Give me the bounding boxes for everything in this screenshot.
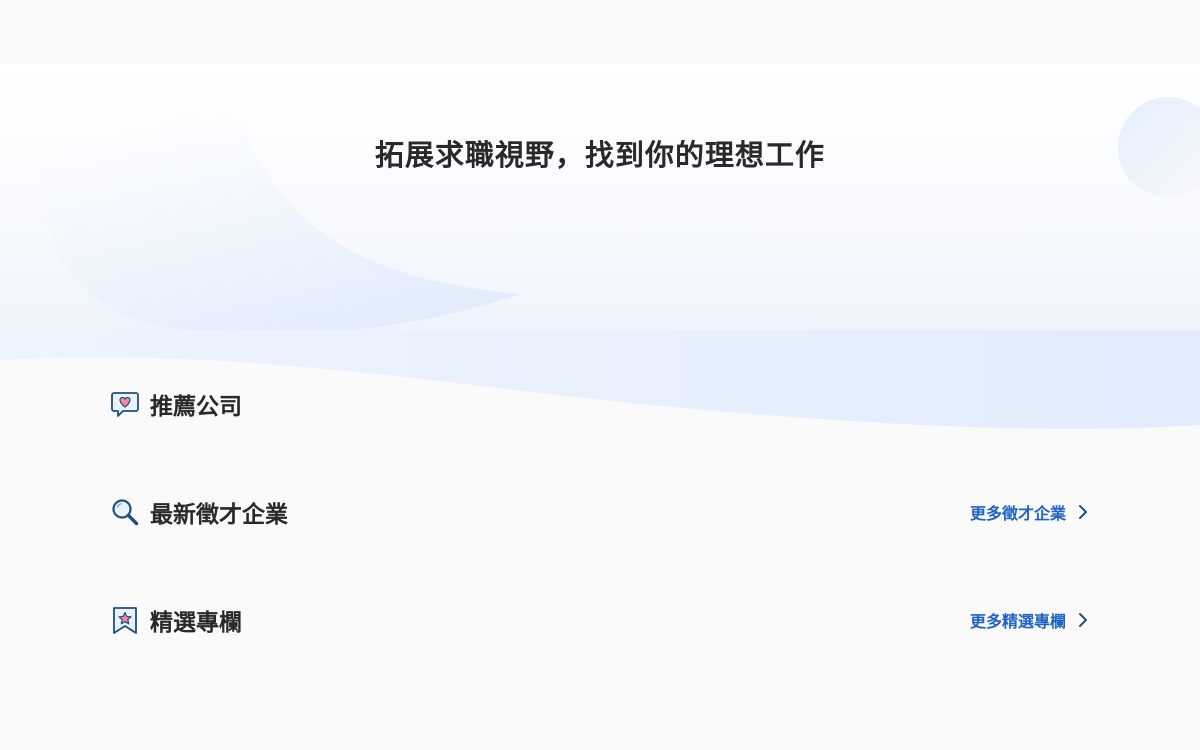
chevron-right-icon [1078,612,1090,628]
section-recommended-companies: 推薦公司 [110,384,1090,424]
section-title-featured-columns: 精選專欄 [150,610,242,636]
heart-speech-bubble-icon [110,389,140,419]
hero-title: 拓展求職視野，找到你的理想工作 [374,138,825,172]
top-bar [0,0,1200,64]
section-latest-hiring-companies: 最新徵才企業 更多徵才企業 [110,492,1090,532]
section-title-recommended-companies: 推薦公司 [150,394,242,420]
more-hiring-companies-label: 更多徵才企業 [969,504,1066,523]
section-featured-columns: 精選專欄 更多精選專欄 [110,600,1090,640]
star-bookmark-icon [110,605,140,635]
more-hiring-companies-link[interactable]: 更多徵才企業 [970,500,1090,524]
section-title-latest-hiring-companies: 最新徵才企業 [150,502,288,528]
chevron-right-icon [1078,504,1090,520]
magnifier-icon [110,497,140,527]
more-featured-columns-link[interactable]: 更多精選專欄 [970,608,1090,632]
more-featured-columns-label: 更多精選專欄 [969,612,1066,631]
